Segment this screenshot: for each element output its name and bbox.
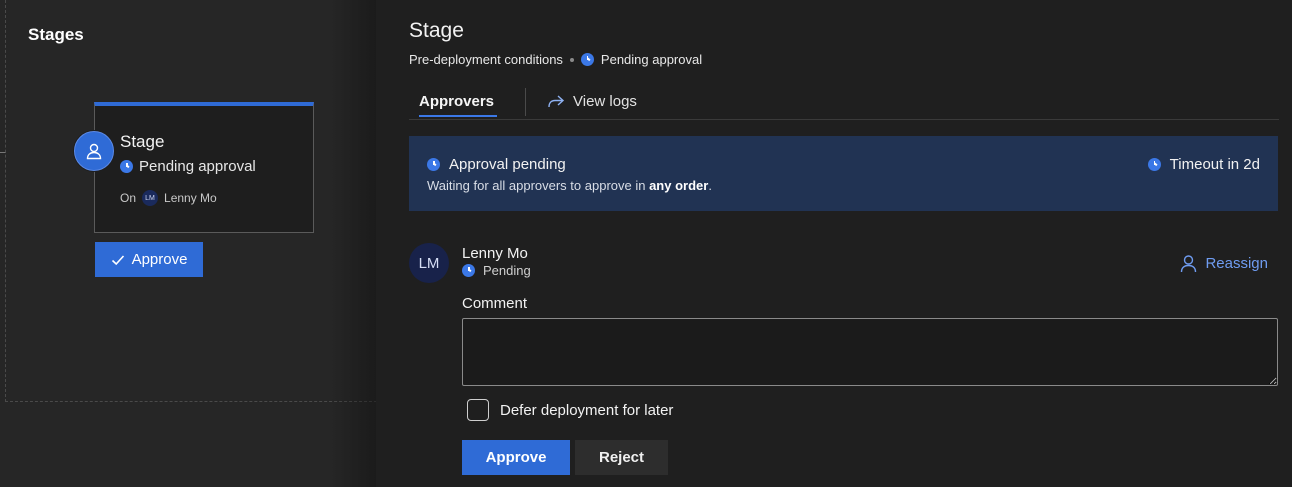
stage-card[interactable]: Stage Pending approval On LM Lenny Mo — [94, 102, 314, 233]
page-title: Stage — [409, 19, 464, 42]
banner-timeout: Timeout in 2d — [1147, 156, 1260, 173]
defer-deployment-toggle[interactable]: Defer deployment for later — [467, 399, 673, 421]
breadcrumb-conditions: Pre-deployment conditions — [409, 52, 563, 67]
stage-card-user-name: Lenny Mo — [164, 191, 217, 205]
banner-title: Approval pending — [427, 156, 566, 173]
stage-card-on-label: On — [120, 191, 137, 205]
comment-label: Comment — [462, 295, 528, 312]
clock-icon — [462, 264, 475, 277]
tab-approvers[interactable]: Approvers — [419, 93, 494, 110]
stages-canvas: Stages Stage Pending approval On LM Lenn… — [0, 0, 377, 487]
approver-name: Lenny Mo — [462, 245, 528, 262]
banner-subtitle-emphasis: any order — [649, 178, 709, 193]
stage-card-owner: On LM Lenny Mo — [120, 190, 217, 206]
tab-selected-indicator — [419, 115, 497, 117]
tab-bar: Approvers View logs — [409, 86, 1279, 120]
approver-status-text: Pending — [483, 263, 531, 278]
stage-card-name: Stage — [120, 132, 165, 151]
person-icon — [1181, 255, 1197, 273]
avatar: LM — [409, 243, 449, 283]
avatar: LM — [142, 190, 159, 206]
share-arrow-icon — [548, 94, 565, 107]
banner-subtitle-suffix: . — [708, 178, 712, 193]
checkmark-icon — [111, 254, 124, 265]
person-icon — [86, 143, 102, 160]
reject-button[interactable]: Reject — [575, 440, 668, 475]
approve-button[interactable]: Approve — [462, 440, 570, 475]
tab-divider — [525, 88, 526, 116]
tab-view-logs-label: View logs — [573, 93, 637, 110]
breadcrumb: Pre-deployment conditions Pending approv… — [409, 52, 702, 67]
reassign-label: Reassign — [1205, 255, 1268, 272]
defer-label: Defer deployment for later — [500, 401, 674, 419]
banner-subtitle: Waiting for all approvers to approve in … — [427, 178, 712, 193]
clock-icon — [580, 53, 594, 66]
comment-field[interactable] — [462, 318, 1278, 386]
clock-icon — [1147, 158, 1161, 171]
stage-card-status: Pending approval — [120, 158, 256, 175]
stages-title: Stages — [28, 25, 84, 44]
stage-approval-avatar[interactable] — [74, 131, 114, 171]
stage-approve-button[interactable]: Approve — [95, 242, 203, 277]
banner-title-text: Approval pending — [449, 156, 566, 173]
approval-panel: Stage Pre-deployment conditions Pending … — [376, 0, 1292, 487]
breadcrumb-status: Pending approval — [600, 52, 703, 67]
stage-approve-label: Approve — [131, 251, 188, 268]
reassign-button[interactable]: Reassign — [1180, 254, 1268, 273]
approver-status: Pending — [462, 263, 531, 278]
stage-card-status-text: Pending approval — [139, 158, 256, 175]
defer-checkbox[interactable] — [467, 399, 489, 421]
approval-status-banner: Approval pending Waiting for all approve… — [409, 136, 1278, 211]
breadcrumb-separator — [569, 57, 574, 62]
clock-icon — [427, 158, 440, 171]
banner-timeout-text: Timeout in 2d — [1169, 156, 1260, 173]
clock-icon — [120, 160, 133, 173]
banner-subtitle-prefix: Waiting for all approvers to approve in — [427, 178, 650, 193]
tab-view-logs[interactable]: View logs — [547, 93, 637, 110]
